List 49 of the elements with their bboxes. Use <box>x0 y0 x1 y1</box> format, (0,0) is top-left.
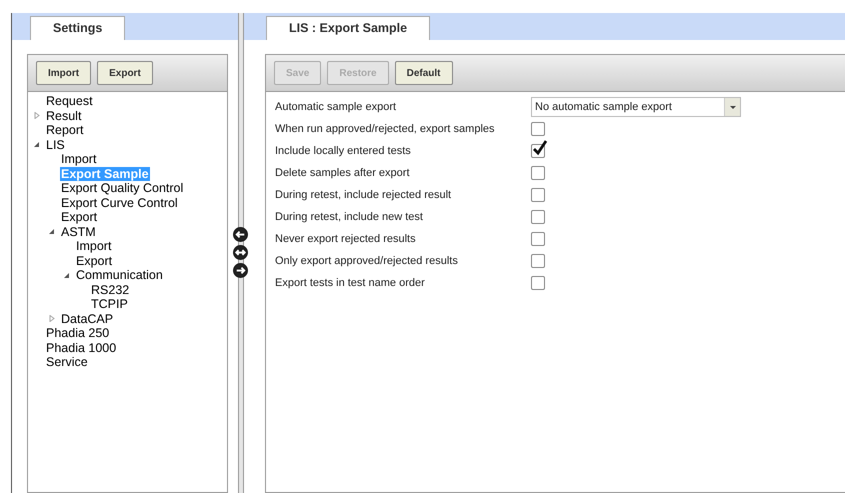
setting-label: Only export approved/rejected results <box>275 254 459 269</box>
tree-item[interactable]: TCPIP <box>90 297 129 312</box>
checkbox[interactable] <box>531 276 545 290</box>
tree-item[interactable]: Import <box>75 239 112 254</box>
checkbox[interactable] <box>531 166 545 180</box>
tree-item[interactable]: Phadia 1000 <box>45 340 118 355</box>
toolbar-button[interactable]: Default <box>394 61 453 85</box>
arrow-left-icon[interactable] <box>233 227 248 242</box>
setting-label: Automatic sample export <box>275 100 398 115</box>
collapse-triangle-icon[interactable] <box>34 141 40 148</box>
expand-triangle-icon[interactable] <box>34 112 40 120</box>
tree-item[interactable]: Import <box>60 152 98 166</box>
setting-label: During retest, include rejected result <box>275 188 452 203</box>
collapse-triangle-icon[interactable] <box>64 272 70 279</box>
arrow-right-icon[interactable] <box>233 263 248 278</box>
checkbox[interactable] <box>531 210 545 224</box>
tab[interactable]: LIS : Export Sample <box>266 16 430 40</box>
tree-item[interactable]: Phadia 250 <box>45 326 110 340</box>
tree-item[interactable]: DataCAP <box>60 312 114 326</box>
tree-item[interactable]: Result <box>45 108 82 123</box>
tree-item[interactable]: Report <box>45 123 85 138</box>
tree-item[interactable]: LIS <box>45 138 66 152</box>
toolbar-button[interactable]: Import <box>36 61 92 85</box>
setting-label: Include locally entered tests <box>275 144 412 159</box>
tree-item[interactable]: Communication <box>75 268 164 282</box>
checkbox[interactable] <box>531 188 545 202</box>
caret-down-icon <box>730 106 736 108</box>
checkbox[interactable] <box>531 122 545 136</box>
tree-item[interactable]: Request <box>45 94 94 108</box>
setting-label: Delete samples after export <box>275 166 411 181</box>
collapse-triangle-icon[interactable] <box>49 228 55 236</box>
expand-triangle-icon[interactable] <box>49 315 55 322</box>
tree-item[interactable]: Export <box>60 210 98 224</box>
tree-item[interactable]: Export Quality Control <box>60 181 184 196</box>
setting-label: Export tests in test name order <box>275 276 426 291</box>
tree-item[interactable]: RS232 <box>90 282 130 297</box>
checkbox[interactable] <box>531 254 545 268</box>
setting-label: When run approved/rejected, export samples <box>275 122 496 137</box>
checkbox[interactable] <box>531 232 545 246</box>
tree-item[interactable]: Service <box>45 355 89 370</box>
tree-item[interactable]: ASTM <box>60 224 97 239</box>
dropdown[interactable]: No automatic sample export <box>531 97 741 117</box>
tree-item[interactable]: Export <box>75 254 114 268</box>
toolbar-button[interactable]: Export <box>97 61 153 85</box>
tree-item[interactable]: Export Curve Control <box>60 196 179 210</box>
setting-label: Never export rejected results <box>275 232 417 247</box>
setting-label: During retest, include new test <box>275 210 424 225</box>
tab[interactable]: Settings <box>30 16 126 40</box>
arrow-both-icon[interactable] <box>233 245 248 260</box>
